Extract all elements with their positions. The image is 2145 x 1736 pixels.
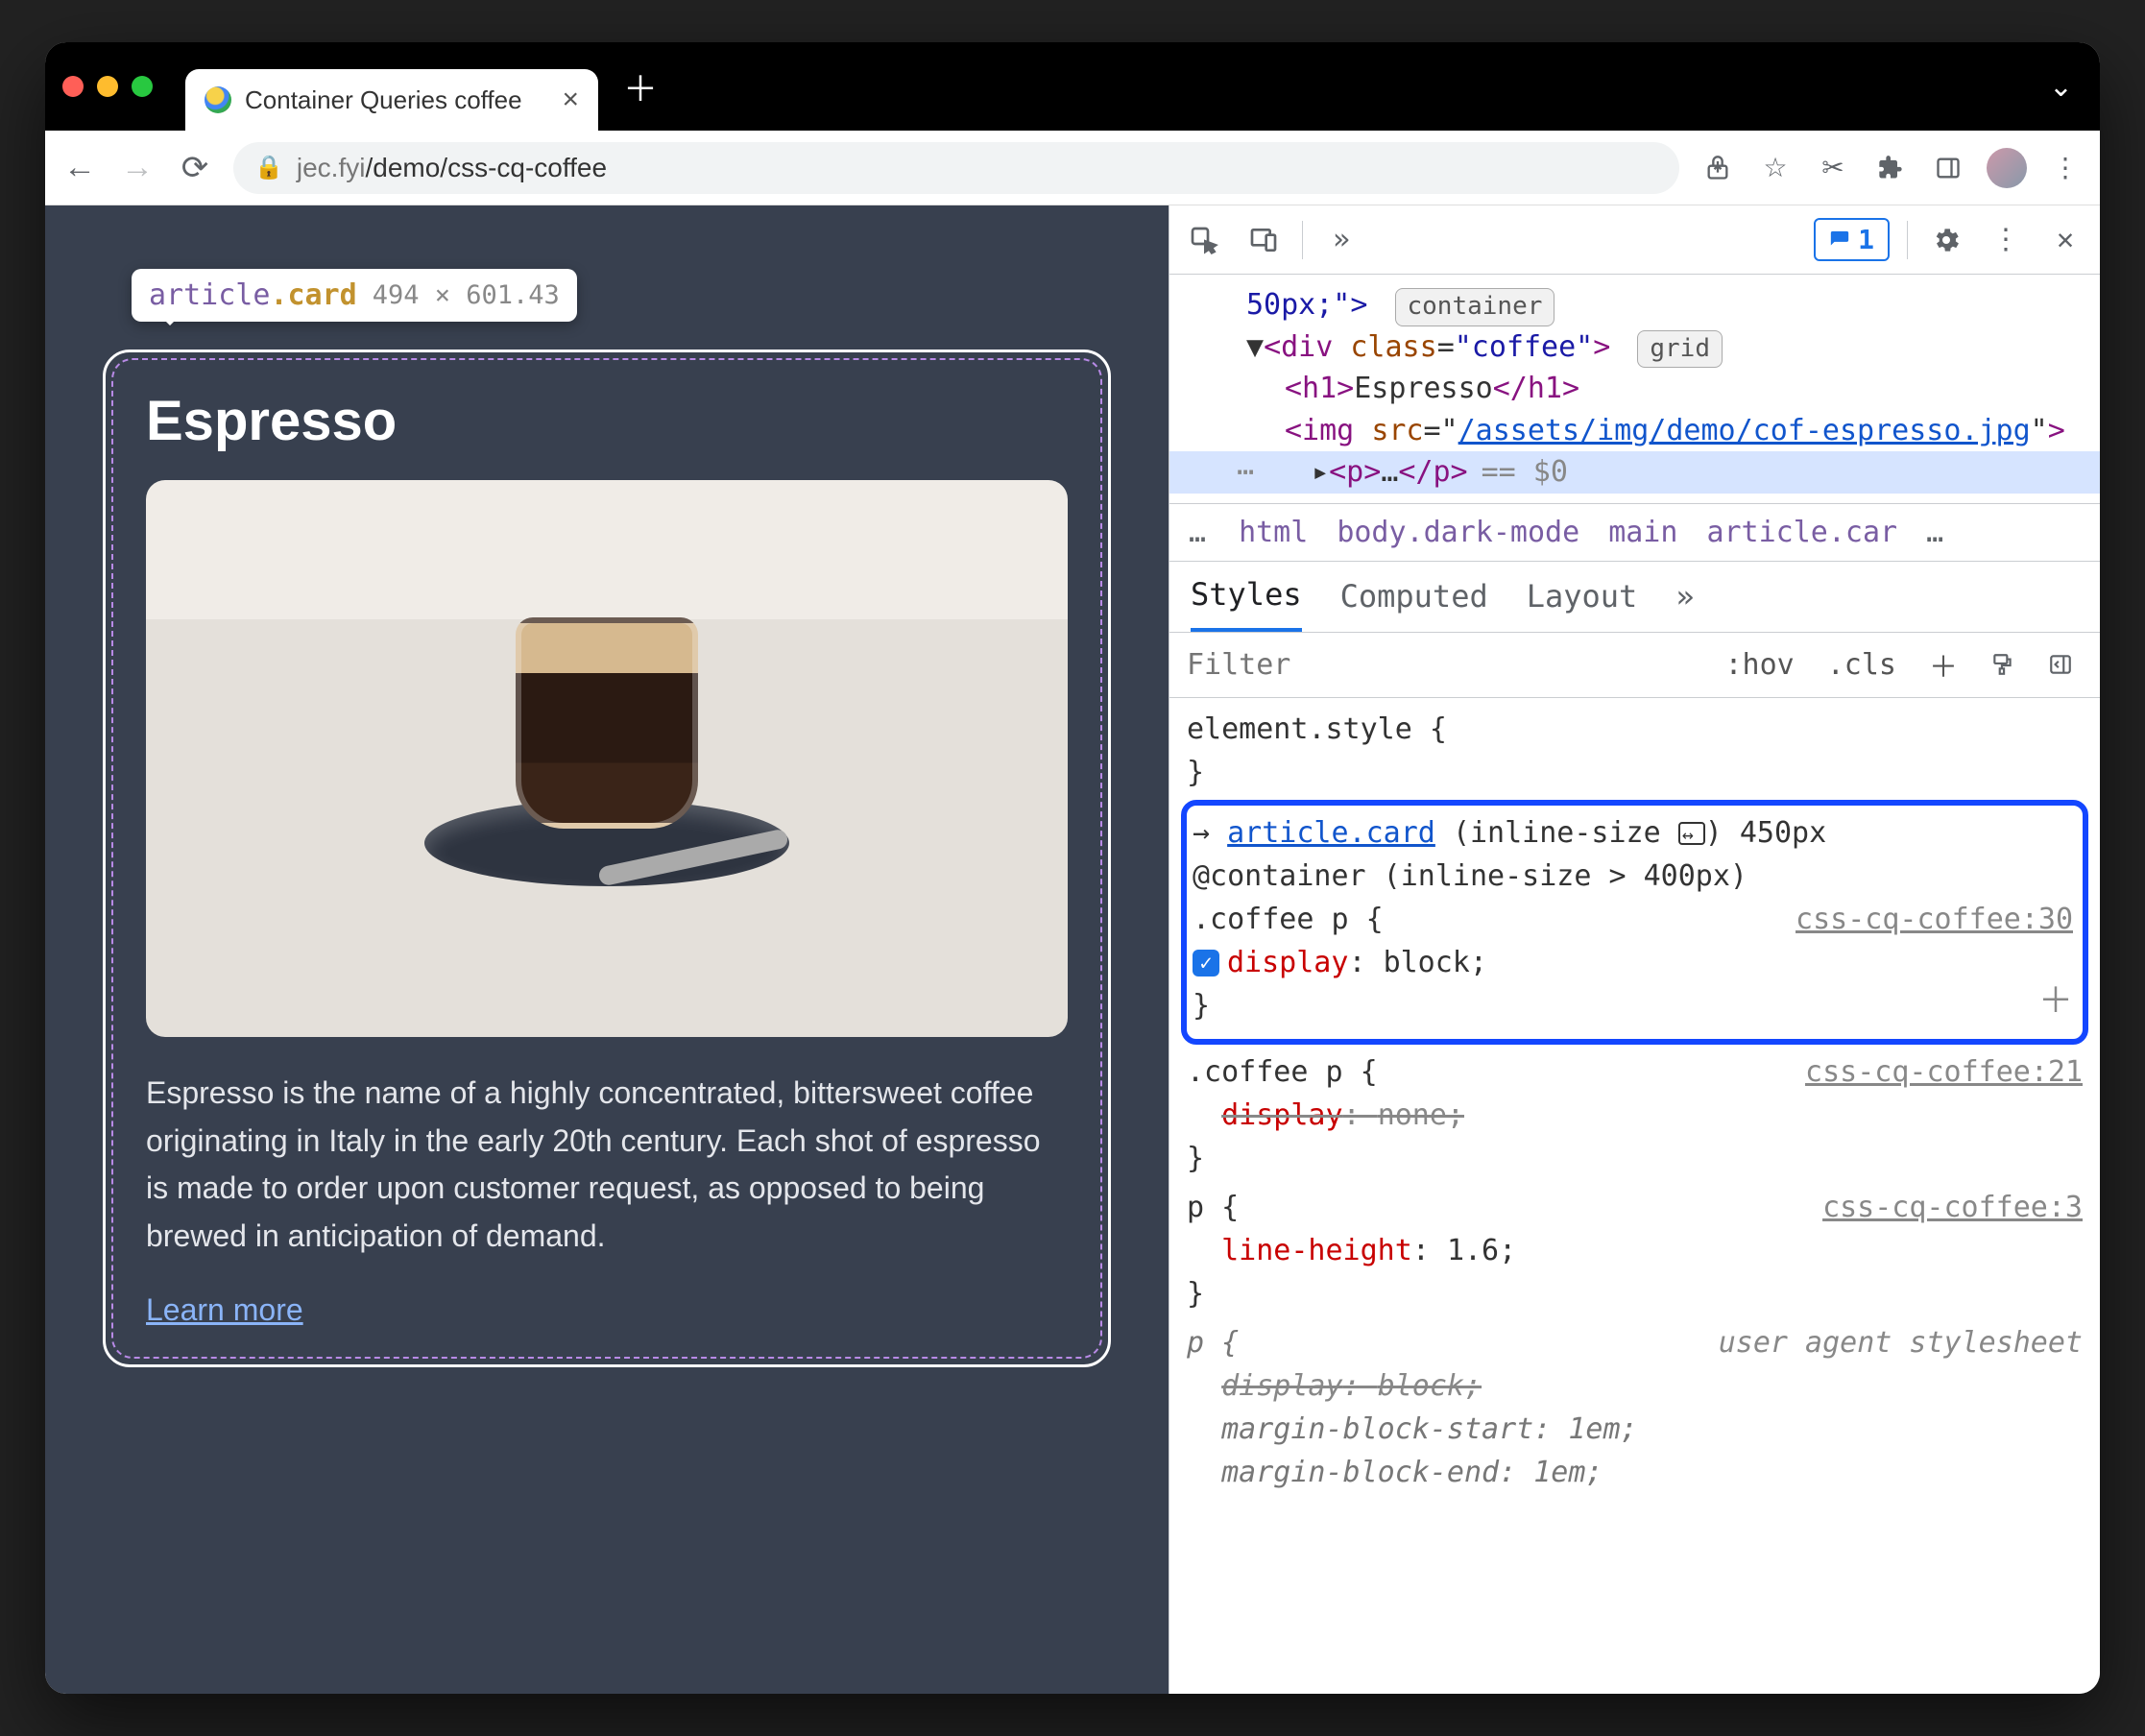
tab-title: Container Queries coffee	[245, 85, 522, 115]
settings-icon[interactable]	[1925, 219, 1967, 261]
address-bar[interactable]: 🔒 jec.fyi/demo/css-cq-coffee	[233, 142, 1679, 194]
toolbar: ← → ⟳ 🔒 jec.fyi/demo/css-cq-coffee ☆ ✂︎ …	[45, 131, 2100, 205]
styles-body[interactable]: element.style {} → article.card (inline-…	[1169, 698, 2100, 1694]
more-tabs-icon[interactable]: »	[1675, 578, 1694, 615]
browser-menu-icon[interactable]: ⋮	[2046, 149, 2085, 187]
crumb-article[interactable]: article.car	[1706, 516, 1897, 549]
tooltip-class: .card	[270, 278, 356, 312]
article-card: Espresso Espresso is the name of a highl…	[103, 350, 1111, 1367]
crumb-body[interactable]: body.dark-mode	[1337, 516, 1579, 549]
toggle-sidebar-icon[interactable]	[2038, 648, 2083, 681]
tab-layout[interactable]: Layout	[1527, 578, 1638, 615]
p-rule[interactable]: css-cq-coffee:3 p { line-height: 1.6;}	[1187, 1186, 2083, 1315]
back-button[interactable]: ←	[60, 149, 99, 187]
source-link[interactable]: css-cq-coffee:21	[1805, 1050, 2083, 1094]
styles-filter-input[interactable]	[1187, 648, 1702, 682]
source-link[interactable]: css-cq-coffee:30	[1796, 898, 2073, 941]
breadcrumbs[interactable]: … html body.dark-mode main article.car …	[1169, 504, 2100, 562]
window-maximize-button[interactable]	[132, 76, 153, 97]
url-text: jec.fyi/demo/css-cq-coffee	[297, 153, 607, 183]
ua-rule[interactable]: user agent stylesheet p { display: block…	[1187, 1321, 2083, 1494]
devtools-toolbar: » 1 ⋮ ✕	[1169, 205, 2100, 275]
tab-styles[interactable]: Styles	[1191, 562, 1302, 632]
add-property-icon[interactable]: ＋	[2038, 976, 2073, 1027]
devtools-panel: » 1 ⋮ ✕ 50px;"> container ▼<div class="c…	[1169, 205, 2100, 1694]
browser-tab[interactable]: Container Queries coffee ×	[185, 69, 598, 131]
card-inner: Espresso Espresso is the name of a highl…	[111, 358, 1102, 1359]
tooltip-dimensions: 494 × 601.43	[373, 280, 560, 310]
container-query-rule[interactable]: → article.card (inline-size ) 450px @con…	[1193, 811, 2073, 1027]
container-link[interactable]: article.card	[1227, 816, 1435, 850]
extensions-icon[interactable]	[1871, 149, 1910, 187]
cls-button[interactable]: .cls	[1818, 644, 1906, 686]
page-viewport: article.card 494 × 601.43 Espresso Espre…	[45, 205, 1169, 1694]
expand-dots-icon[interactable]: ⋯	[1237, 451, 1254, 494]
new-tab-button[interactable]: ＋	[623, 61, 658, 111]
grid-badge[interactable]: grid	[1637, 330, 1723, 369]
ua-source-label: user agent stylesheet	[1719, 1321, 2083, 1364]
more-tabs-icon[interactable]: »	[1320, 219, 1362, 261]
issues-button[interactable]: 1	[1814, 218, 1890, 261]
property-checkbox[interactable]: ✓	[1193, 950, 1219, 976]
elements-tree[interactable]: 50px;"> container ▼<div class="coffee"> …	[1169, 275, 2100, 504]
styles-filter-bar: :hov .cls ＋	[1169, 633, 2100, 698]
lock-icon: 🔒	[254, 154, 283, 181]
styles-tabs: Styles Computed Layout »	[1169, 562, 2100, 633]
paint-icon[interactable]	[1981, 648, 2025, 681]
window-close-button[interactable]	[62, 76, 84, 97]
scissors-icon[interactable]: ✂︎	[1814, 149, 1852, 187]
card-paragraph: Espresso is the name of a highly concent…	[146, 1070, 1068, 1260]
tabs-overflow-icon[interactable]: ⌄	[2049, 70, 2073, 104]
img-src-link[interactable]: /assets/img/demo/cof-espresso.jpg	[1458, 414, 2031, 447]
hov-button[interactable]: :hov	[1716, 644, 1804, 686]
tab-favicon	[205, 86, 231, 113]
devtools-close-icon[interactable]: ✕	[2044, 219, 2086, 261]
devtools-menu-icon[interactable]: ⋮	[1985, 219, 2027, 261]
titlebar: Container Queries coffee × ＋ ⌄	[45, 42, 2100, 131]
container-badge[interactable]: container	[1395, 288, 1555, 326]
traffic-lights	[62, 76, 153, 97]
crumbs-more-left-icon[interactable]: …	[1189, 516, 1210, 549]
crumb-html[interactable]: html	[1239, 516, 1308, 549]
inline-size-icon	[1678, 822, 1705, 845]
overridden-rule[interactable]: css-cq-coffee:21 .coffee p { display: no…	[1187, 1050, 2083, 1180]
card-heading: Espresso	[146, 389, 1068, 453]
content-area: article.card 494 × 601.43 Espresso Espre…	[45, 205, 2100, 1694]
window-minimize-button[interactable]	[97, 76, 118, 97]
side-panel-icon[interactable]	[1929, 149, 1967, 187]
crumbs-more-right-icon[interactable]: …	[1926, 516, 1947, 549]
coffee-image	[146, 480, 1068, 1037]
reload-button[interactable]: ⟳	[176, 149, 214, 187]
tab-computed[interactable]: Computed	[1340, 578, 1488, 615]
container-query-rule-highlight: → article.card (inline-size ) 450px @con…	[1181, 800, 2088, 1045]
browser-window: Container Queries coffee × ＋ ⌄ ← → ⟳ 🔒 j…	[45, 42, 2100, 1694]
source-link[interactable]: css-cq-coffee:3	[1822, 1186, 2083, 1229]
bookmark-icon[interactable]: ☆	[1756, 149, 1795, 187]
inspect-element-icon[interactable]	[1183, 219, 1225, 261]
issues-count: 1	[1858, 224, 1874, 255]
share-icon[interactable]	[1699, 149, 1737, 187]
learn-more-link[interactable]: Learn more	[146, 1292, 303, 1327]
profile-avatar[interactable]	[1987, 148, 2027, 188]
element-style-rule[interactable]: element.style {}	[1187, 708, 2083, 794]
new-style-rule-icon[interactable]: ＋	[1919, 639, 1967, 689]
forward-button[interactable]: →	[118, 149, 157, 187]
tab-close-button[interactable]: ×	[562, 84, 579, 116]
selected-element-row[interactable]: ⋯ ▸<p>…</p> == $0	[1169, 451, 2100, 494]
dollar-zero-label: == $0	[1482, 451, 1568, 494]
device-toolbar-icon[interactable]	[1242, 219, 1285, 261]
inspect-tooltip: article.card 494 × 601.43	[132, 269, 577, 322]
tooltip-tag: article	[149, 278, 270, 312]
crumb-main[interactable]: main	[1608, 516, 1677, 549]
